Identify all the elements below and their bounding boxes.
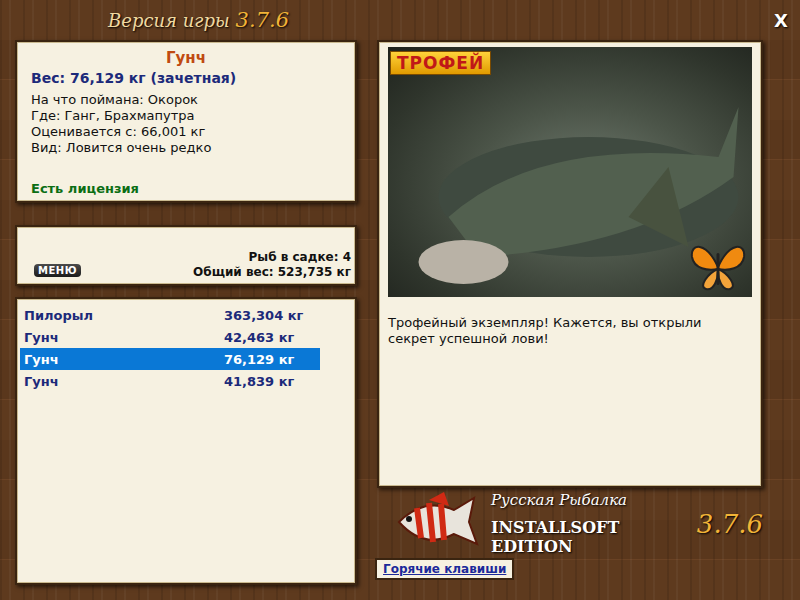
fish-detail: Где: Ганг, Брахмапутра xyxy=(31,108,341,124)
catch-weight: 363,304 кг xyxy=(224,308,303,323)
catch-name: Пилорыл xyxy=(20,308,224,323)
fish-count: Рыб в садке: 4 xyxy=(193,250,351,265)
hotkeys-button[interactable]: Горячие клавиши xyxy=(375,558,514,580)
brand-line: INSTALLSOFT EDITION3.7.6 xyxy=(491,509,763,556)
game-logo: Русская РыбалкаINSTALLSOFT EDITION3.7.6 xyxy=(377,488,763,558)
fish-detail: На что поймана: Окорок xyxy=(31,92,341,108)
title-version: 3.7.6 xyxy=(236,8,289,32)
fish-detail: Вид: Ловится очень редко xyxy=(31,140,341,156)
catch-row[interactable]: Пилорыл363,304 кг xyxy=(20,304,320,326)
catch-row[interactable]: Гунч42,463 кг xyxy=(20,326,320,348)
trophy-badge: ТРОФЕЙ xyxy=(390,51,491,75)
brand-version: 3.7.6 xyxy=(697,509,763,539)
catch-name: Гунч xyxy=(20,352,224,367)
main: ГунчВес: 76,129 кг (зачетная)На что пойм… xyxy=(0,40,800,585)
catch-weight: 76,129 кг xyxy=(224,352,294,367)
window-title: Версия игры 3.7.6 xyxy=(108,8,289,32)
close-button[interactable]: X xyxy=(772,10,790,31)
fish-weight: Вес: 76,129 кг (зачетная) xyxy=(31,68,341,88)
catch-weight: 42,463 кг xyxy=(224,330,294,345)
keepnet-panel: МЕНЮ Рыб в садке: 4Общий вес: 523,735 кг xyxy=(15,225,357,286)
fish-detail: Оценивается с: 66,001 кг xyxy=(31,124,341,140)
fish-photo: ТРОФЕЙ xyxy=(388,47,752,297)
keepnet-stats: Рыб в садке: 4Общий вес: 523,735 кг xyxy=(193,250,351,280)
brand-text: Русская РыбалкаINSTALLSOFT EDITION3.7.6 xyxy=(491,491,763,556)
brand-edition: INSTALLSOFT EDITION xyxy=(491,518,691,556)
header: Версия игры 3.7.6 X xyxy=(0,0,800,40)
right-column: ТРОФЕЙ Трофейный экземпляр! Кажется, вы о… xyxy=(377,40,763,585)
menu-button[interactable]: МЕНЮ xyxy=(34,264,81,277)
license-status: Есть лицензия xyxy=(31,181,341,196)
catch-row[interactable]: Гунч41,839 кг xyxy=(20,370,320,392)
catch-name: Гунч xyxy=(20,374,224,389)
brand-name: Русская Рыбалка xyxy=(491,491,763,509)
fish-info-panel: ГунчВес: 76,129 кг (зачетная) На что пойм… xyxy=(15,40,357,203)
catch-weight: 41,839 кг xyxy=(224,374,294,389)
trophy-panel: ТРОФЕЙ Трофейный экземпляр! Кажется, вы о… xyxy=(377,40,763,488)
butterfly-icon xyxy=(688,239,748,293)
title-text: Версия игры xyxy=(108,10,230,31)
catch-row[interactable]: Гунч76,129 кг xyxy=(20,348,320,370)
catch-list: Пилорыл363,304 кгГунч42,463 кгГунч76,129… xyxy=(15,297,357,585)
left-column: ГунчВес: 76,129 кг (зачетная)На что пойм… xyxy=(15,40,357,585)
fish-name: Гунч xyxy=(31,48,341,68)
total-weight: Общий вес: 523,735 кг xyxy=(193,265,351,280)
trophy-message: Трофейный экземпляр! Кажется, вы открыли… xyxy=(388,315,752,347)
fish-logo-icon xyxy=(389,492,481,554)
catch-name: Гунч xyxy=(20,330,224,345)
